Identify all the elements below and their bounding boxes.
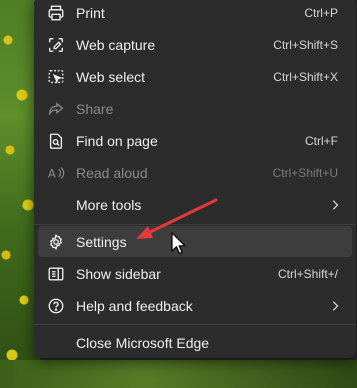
chevron-right-icon <box>328 299 342 313</box>
read-aloud-icon: A <box>46 163 66 183</box>
shortcut-text: Ctrl+F <box>305 133 338 148</box>
menu-item-label: Print <box>76 4 105 21</box>
menu-item-share[interactable]: Share <box>38 93 352 124</box>
menu-item-more-tools[interactable]: More tools <box>38 189 352 220</box>
web-capture-icon <box>46 35 66 55</box>
background-photo-bottom <box>0 360 357 388</box>
menu-item-read-aloud[interactable]: A Read aloud Ctrl+Shift+U <box>38 157 352 188</box>
menu-divider <box>34 324 356 325</box>
browser-settings-menu: Print Ctrl+P Web capture Ctrl+Shift+S We… <box>34 0 356 358</box>
menu-item-label: Show sidebar <box>76 265 161 282</box>
web-select-icon <box>46 67 66 87</box>
menu-item-close-edge[interactable]: Close Microsoft Edge <box>38 327 352 358</box>
menu-item-label: Find on page <box>76 132 158 149</box>
shortcut-text: Ctrl+P <box>304 5 338 20</box>
menu-item-web-select[interactable]: Web select Ctrl+Shift+X <box>38 61 352 92</box>
menu-item-help-and-feedback[interactable]: Help and feedback <box>38 290 352 321</box>
menu-item-settings[interactable]: Settings <box>38 226 352 257</box>
print-icon <box>46 3 66 23</box>
help-icon <box>46 296 66 316</box>
menu-item-web-capture[interactable]: Web capture Ctrl+Shift+S <box>38 29 352 60</box>
menu-item-find-on-page[interactable]: Find on page Ctrl+F <box>38 125 352 156</box>
sidebar-icon <box>46 264 66 284</box>
menu-item-label: Web select <box>76 68 145 85</box>
shortcut-text: Ctrl+Shift+S <box>273 37 338 52</box>
menu-item-label: Read aloud <box>76 164 148 181</box>
find-icon <box>46 131 66 151</box>
shortcut-text: Ctrl+Shift+U <box>272 165 338 180</box>
share-icon <box>46 99 66 119</box>
menu-item-label: Share <box>76 100 114 117</box>
chevron-right-icon <box>328 198 342 212</box>
shortcut-text: Ctrl+Shift+X <box>273 69 338 84</box>
menu-item-label: Close Microsoft Edge <box>76 334 210 351</box>
menu-item-print[interactable]: Print Ctrl+P <box>38 0 352 28</box>
menu-item-label: Web capture <box>76 36 156 53</box>
menu-item-label: Help and feedback <box>76 297 193 314</box>
svg-text:A: A <box>48 166 56 180</box>
shortcut-text: Ctrl+Shift+/ <box>277 266 338 281</box>
menu-divider <box>34 224 356 225</box>
menu-item-label: More tools <box>76 196 142 213</box>
menu-item-show-sidebar[interactable]: Show sidebar Ctrl+Shift+/ <box>38 258 352 289</box>
menu-item-label: Settings <box>76 233 127 250</box>
gear-icon <box>46 232 66 252</box>
mouse-cursor-icon <box>171 232 186 255</box>
